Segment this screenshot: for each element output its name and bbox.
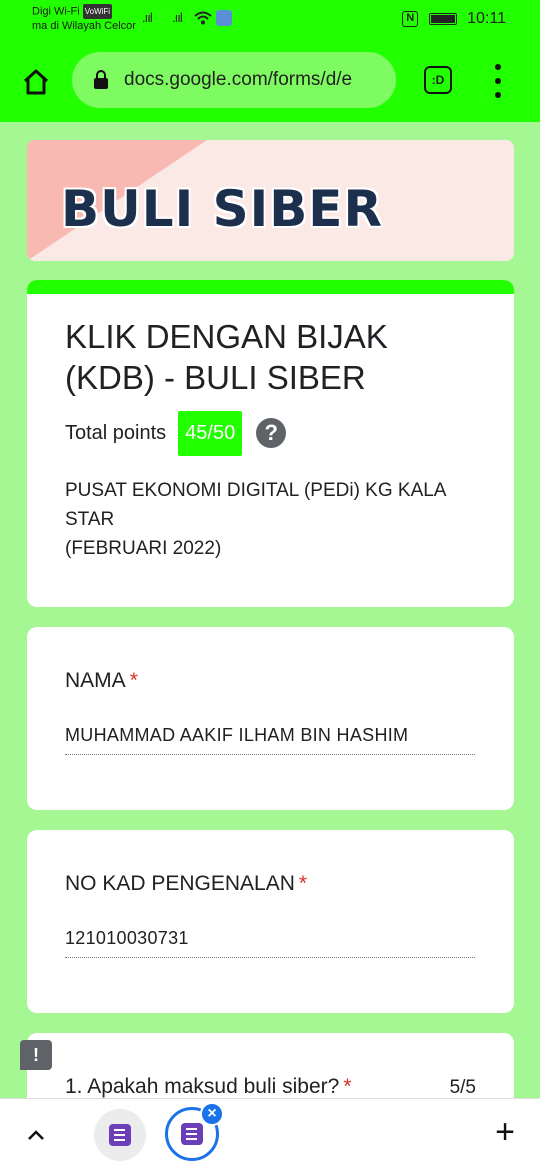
- question-score: 5/5: [449, 1077, 476, 1098]
- question-card-1: 1. Apakah maksud buli siber? * 5/5: [27, 1033, 514, 1098]
- home-button[interactable]: [16, 62, 56, 102]
- browser-toolbar: docs.google.com/forms/d/e :D: [0, 40, 540, 122]
- app-notification-icon: [216, 10, 232, 26]
- points-label: Total points: [65, 421, 167, 444]
- question-title: NO KAD PENGENALAN *: [65, 872, 307, 896]
- signal-icon: .ııl: [142, 10, 153, 25]
- banner-title: BULI SIBER: [61, 180, 383, 238]
- status-right: N 10:11: [402, 10, 506, 28]
- signal-icon: .ııl: [172, 10, 183, 25]
- wifi-icon: [194, 11, 212, 30]
- vowifi-badge: VoWiFi: [82, 4, 113, 19]
- more-menu-button[interactable]: [486, 64, 510, 98]
- question-label: NO KAD PENGENALAN: [65, 872, 295, 895]
- carrier-secondary: ma di Wilayah Celcor: [32, 20, 136, 33]
- address-bar[interactable]: docs.google.com/forms/d/e: [72, 52, 396, 108]
- dot-icon: [495, 92, 501, 98]
- question-label: NAMA: [65, 669, 126, 692]
- battery-icon: [428, 12, 457, 25]
- chevron-up-icon: [28, 1130, 44, 1140]
- answer-text: MUHAMMAD AAKIF ILHAM BIN HASHIM: [65, 725, 475, 755]
- card-accent-band: [27, 280, 514, 294]
- google-forms-icon: [109, 1124, 131, 1146]
- new-tab-button[interactable]: +: [490, 1115, 520, 1149]
- form-title: KLIK DENGAN BIJAK (KDB) - BULI SIBER: [65, 318, 388, 396]
- url-text: docs.google.com/forms/d/e: [124, 69, 353, 90]
- question-title: NAMA *: [65, 669, 138, 693]
- lock-icon: [94, 70, 108, 89]
- status-bar: Digi Wi-Fi VoWiFi ma di Wilayah Celcor .…: [0, 0, 540, 40]
- answer-text: 121010030731: [65, 928, 475, 958]
- question-label: 1. Apakah maksud buli siber?: [65, 1075, 340, 1098]
- points-row: Total points 45/50 ?: [65, 410, 287, 456]
- required-marker: *: [298, 872, 308, 895]
- page-content[interactable]: BULI SIBER KLIK DENGAN BIJAK (KDB) - BUL…: [0, 122, 540, 1098]
- form-description: PUSAT EKONOMI DIGITAL (PEDi) KG KALA STA…: [65, 476, 485, 563]
- question-title: 1. Apakah maksud buli siber? *: [65, 1075, 352, 1098]
- description-line: (FEBRUARI 2022): [65, 538, 222, 559]
- carrier-name: Digi Wi-Fi: [32, 5, 80, 18]
- dot-icon: [495, 64, 501, 70]
- tab-forms-1[interactable]: [94, 1109, 146, 1161]
- question-card-nama: NAMA * MUHAMMAD AAKIF ILHAM BIN HASHIM: [27, 627, 514, 810]
- dot-icon: [495, 78, 501, 84]
- google-forms-icon: [181, 1123, 203, 1145]
- home-icon: [23, 69, 49, 95]
- required-marker: *: [129, 669, 138, 692]
- form-header-card: KLIK DENGAN BIJAK (KDB) - BULI SIBER Tot…: [27, 280, 514, 607]
- carrier-info: Digi Wi-Fi VoWiFi ma di Wilayah Celcor: [32, 4, 136, 34]
- bottom-tab-bar: × +: [0, 1098, 540, 1170]
- nfc-icon: N: [402, 10, 419, 27]
- tab-switcher-button[interactable]: :D: [424, 66, 452, 94]
- header-banner-image: BULI SIBER: [27, 140, 514, 261]
- help-icon[interactable]: ?: [256, 418, 287, 448]
- description-line: PUSAT EKONOMI DIGITAL (PEDi) KG KALA STA…: [65, 480, 446, 530]
- required-marker: *: [343, 1075, 352, 1098]
- points-badge: 45/50: [178, 410, 243, 456]
- close-tab-icon[interactable]: ×: [200, 1102, 224, 1126]
- question-card-ic: NO KAD PENGENALAN * 121010030731: [27, 830, 514, 1013]
- collapse-button[interactable]: [22, 1121, 50, 1149]
- tab-forms-active[interactable]: ×: [165, 1102, 224, 1161]
- report-feedback-button[interactable]: !: [20, 1040, 52, 1070]
- clock: 10:11: [467, 10, 506, 27]
